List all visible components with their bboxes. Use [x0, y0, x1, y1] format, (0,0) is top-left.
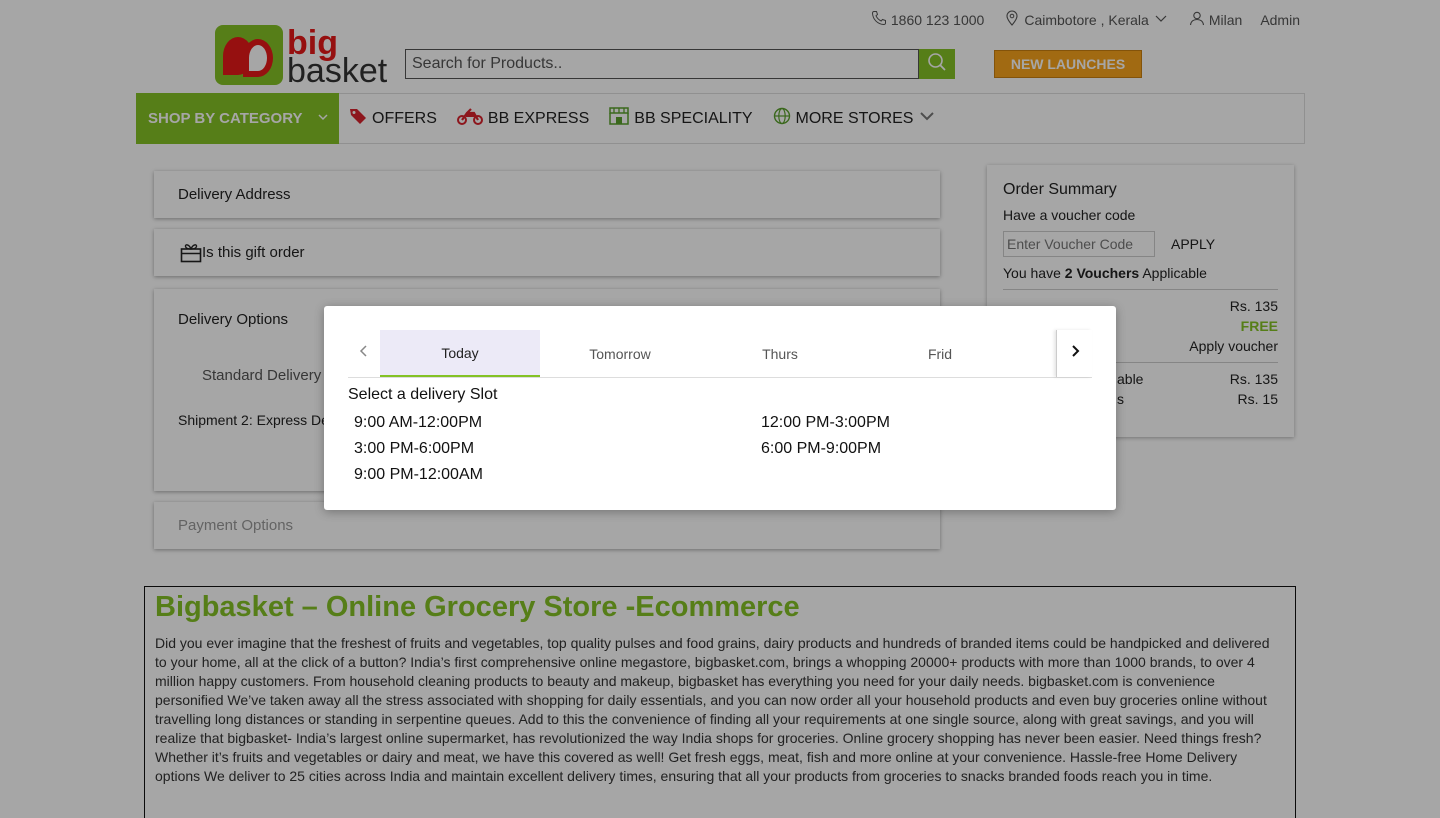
slot-option[interactable]: 9:00 AM-12:00PM — [354, 414, 761, 432]
day-tabs: Today Tomorrow Thurs Frid — [348, 330, 1092, 378]
slot-option[interactable]: 6:00 PM-9:00PM — [761, 440, 1094, 458]
slot-grid: 9:00 AM-12:00PM 12:00 PM-3:00PM 3:00 PM-… — [354, 414, 1094, 484]
tabs-prev-button[interactable] — [348, 330, 380, 377]
slot-heading: Select a delivery Slot — [348, 386, 498, 403]
tab-frid[interactable]: Frid — [860, 330, 1020, 377]
tabs-next-button[interactable] — [1056, 330, 1092, 377]
chevron-left-icon — [359, 344, 369, 363]
delivery-slot-modal: Today Tomorrow Thurs Frid Select a deliv… — [324, 306, 1116, 510]
slot-option[interactable]: 9:00 PM-12:00AM — [354, 466, 761, 484]
tab-today[interactable]: Today — [380, 330, 540, 377]
slot-option[interactable]: 3:00 PM-6:00PM — [354, 440, 761, 458]
tab-thurs[interactable]: Thurs — [700, 330, 860, 377]
slot-option[interactable]: 12:00 PM-3:00PM — [761, 414, 1094, 432]
tab-tomorrow[interactable]: Tomorrow — [540, 330, 700, 377]
chevron-right-icon — [1070, 344, 1080, 363]
